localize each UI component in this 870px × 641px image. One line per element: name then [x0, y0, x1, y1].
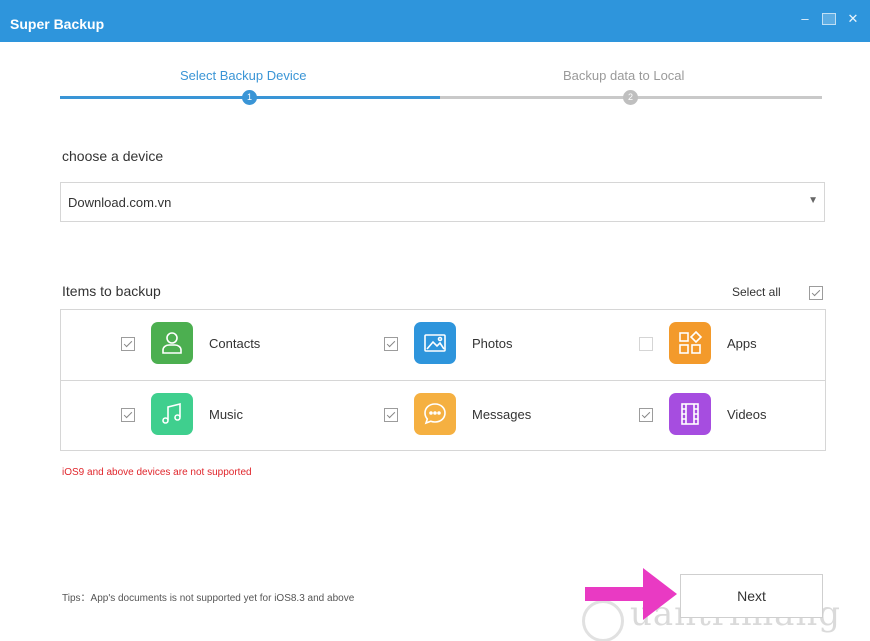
apps-label: Apps: [727, 336, 757, 351]
photos-checkbox[interactable]: [384, 337, 398, 351]
ios-warning-text: iOS9 and above devices are not supported: [62, 467, 252, 478]
music-checkbox[interactable]: [121, 408, 135, 422]
select-all-checkbox[interactable]: [809, 286, 823, 300]
device-dropdown[interactable]: Download.com.vn ▼: [60, 182, 825, 222]
close-icon[interactable]: ✕: [844, 10, 862, 28]
grid-divider: [61, 380, 825, 381]
next-button[interactable]: Next: [680, 574, 823, 618]
contacts-label: Contacts: [209, 336, 261, 351]
backup-item-contacts[interactable]: Contacts: [121, 322, 321, 366]
title-bar: Super Backup – ✕: [0, 0, 870, 42]
step-2-label: Backup data to Local: [563, 68, 685, 83]
backup-item-messages[interactable]: Messages: [384, 393, 584, 437]
messages-checkbox[interactable]: [384, 408, 398, 422]
videos-checkbox[interactable]: [639, 408, 653, 422]
select-all-label: Select all: [732, 285, 781, 299]
progress-stepper: Select Backup Device Backup data to Loca…: [60, 62, 822, 108]
step-1-label: Select Backup Device: [180, 68, 307, 83]
window-title: Super Backup: [10, 16, 105, 32]
backup-item-videos[interactable]: Videos: [639, 393, 839, 437]
choose-device-label: choose a device: [62, 148, 164, 164]
apps-grid-icon: [669, 322, 711, 364]
videos-label: Videos: [727, 407, 767, 422]
pointer-arrow-icon: [585, 568, 677, 620]
music-label: Music: [209, 407, 243, 422]
film-icon: [669, 393, 711, 435]
minimize-icon[interactable]: –: [796, 10, 814, 28]
music-note-icon: [151, 393, 193, 435]
device-dropdown-value: Download.com.vn: [68, 195, 172, 210]
step-1-marker: 1: [242, 90, 257, 105]
chat-bubble-icon: [414, 393, 456, 435]
photos-label: Photos: [472, 336, 513, 351]
contacts-checkbox[interactable]: [121, 337, 135, 351]
window-controls: – ✕: [796, 10, 862, 28]
backup-item-photos[interactable]: Photos: [384, 322, 584, 366]
maximize-icon[interactable]: [822, 13, 836, 25]
tips-text: Tips：App's documents is not supported ye…: [62, 593, 355, 604]
messages-label: Messages: [472, 407, 532, 422]
chevron-down-icon[interactable]: ▼: [808, 195, 818, 206]
step-2-marker: 2: [623, 90, 638, 105]
backup-item-music[interactable]: Music: [121, 393, 321, 437]
person-icon: [151, 322, 193, 364]
items-to-backup-label: Items to backup: [62, 283, 161, 299]
image-icon: [414, 322, 456, 364]
apps-checkbox[interactable]: [639, 337, 653, 351]
backup-item-apps[interactable]: Apps: [639, 322, 839, 366]
